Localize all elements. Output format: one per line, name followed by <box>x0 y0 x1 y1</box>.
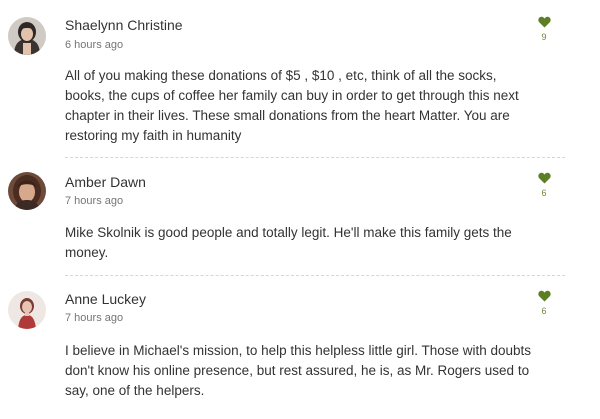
avatar-photo-icon <box>8 291 46 329</box>
like-count: 6 <box>541 188 547 198</box>
avatar-photo-icon <box>8 172 46 210</box>
comments-feed: Shaelynn Christine 6 hours ago All of yo… <box>0 0 600 419</box>
heart-icon <box>537 290 551 302</box>
avatar-photo-icon <box>8 17 46 55</box>
avatar[interactable] <box>8 291 46 329</box>
like-button[interactable]: 6 <box>535 172 553 198</box>
comment-timestamp: 7 hours ago <box>65 312 124 324</box>
avatar[interactable] <box>8 172 46 210</box>
comment-item: Amber Dawn 7 hours ago Mike Skolnik is g… <box>0 157 600 275</box>
comment-text: All of you making these donations of $5 … <box>65 68 519 143</box>
like-button[interactable]: 9 <box>535 16 553 42</box>
comment-author[interactable]: Shaelynn Christine <box>65 17 183 33</box>
avatar[interactable] <box>8 17 46 55</box>
like-count: 6 <box>541 306 547 316</box>
comment-text: I believe in Michael's mission, to help … <box>65 343 532 398</box>
like-count: 9 <box>541 32 547 42</box>
heart-icon <box>537 16 551 28</box>
heart-icon <box>537 172 551 184</box>
comment-author[interactable]: Amber Dawn <box>65 174 146 190</box>
like-button[interactable]: 6 <box>535 290 553 316</box>
comment-author[interactable]: Anne Luckey <box>65 291 146 307</box>
comment-item: Anne Luckey 7 hours ago I believe in Mic… <box>0 275 600 419</box>
comment-item: Shaelynn Christine 6 hours ago All of yo… <box>0 0 600 157</box>
comment-timestamp: 6 hours ago <box>65 39 124 51</box>
comment-timestamp: 7 hours ago <box>65 195 124 207</box>
comment-text: Mike Skolnik is good people and totally … <box>65 225 512 260</box>
